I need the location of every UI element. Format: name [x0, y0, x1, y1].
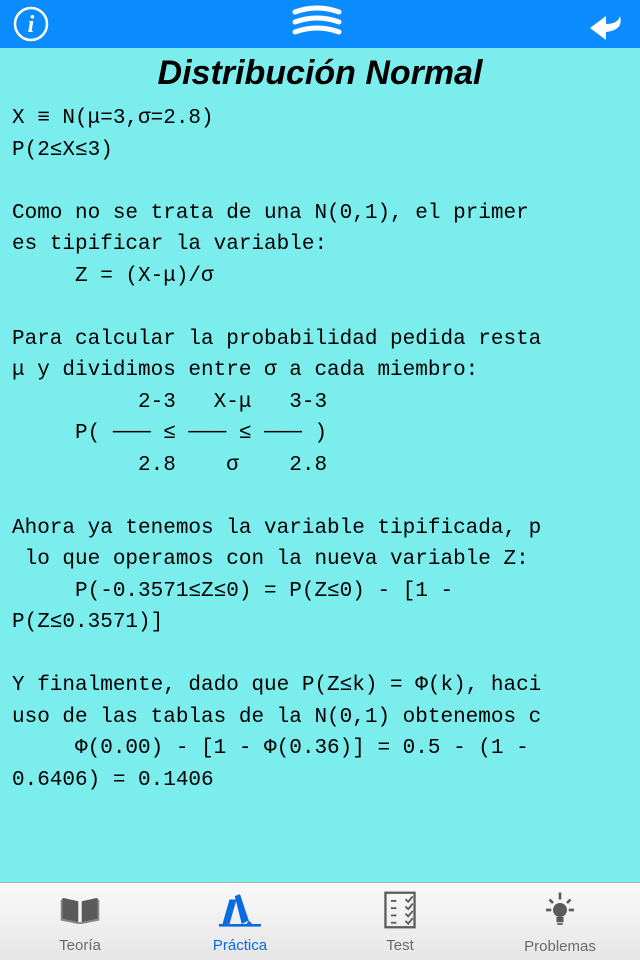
tab-label: Problemas: [524, 938, 596, 955]
tab-problemas[interactable]: Problemas: [480, 889, 640, 955]
book-icon: [59, 890, 101, 935]
tab-teoria[interactable]: Teoría: [0, 890, 160, 954]
page-title: Distribución Normal: [12, 54, 628, 93]
lesson-body: X ≡ N(μ=3,σ=2.8) P(2≤X≤3) Como no se tra…: [12, 103, 628, 796]
books-icon[interactable]: [287, 4, 347, 44]
main-content: Distribución Normal X ≡ N(μ=3,σ=2.8) P(2…: [0, 48, 640, 882]
back-icon[interactable]: [584, 2, 628, 46]
tab-label: Teoría: [59, 937, 101, 954]
info-icon[interactable]: i: [12, 5, 50, 43]
svg-text:i: i: [28, 12, 35, 38]
pencil-icon: [219, 890, 261, 935]
checklist-icon: [381, 890, 419, 935]
bottom-tabbar: Teoría Práctica: [0, 882, 640, 960]
tab-label: Test: [386, 937, 414, 954]
tab-practica[interactable]: Práctica: [160, 890, 320, 954]
tab-test[interactable]: Test: [320, 890, 480, 954]
tab-label: Práctica: [213, 937, 267, 954]
top-navbar: i: [0, 0, 640, 48]
lightbulb-icon: [539, 889, 581, 936]
